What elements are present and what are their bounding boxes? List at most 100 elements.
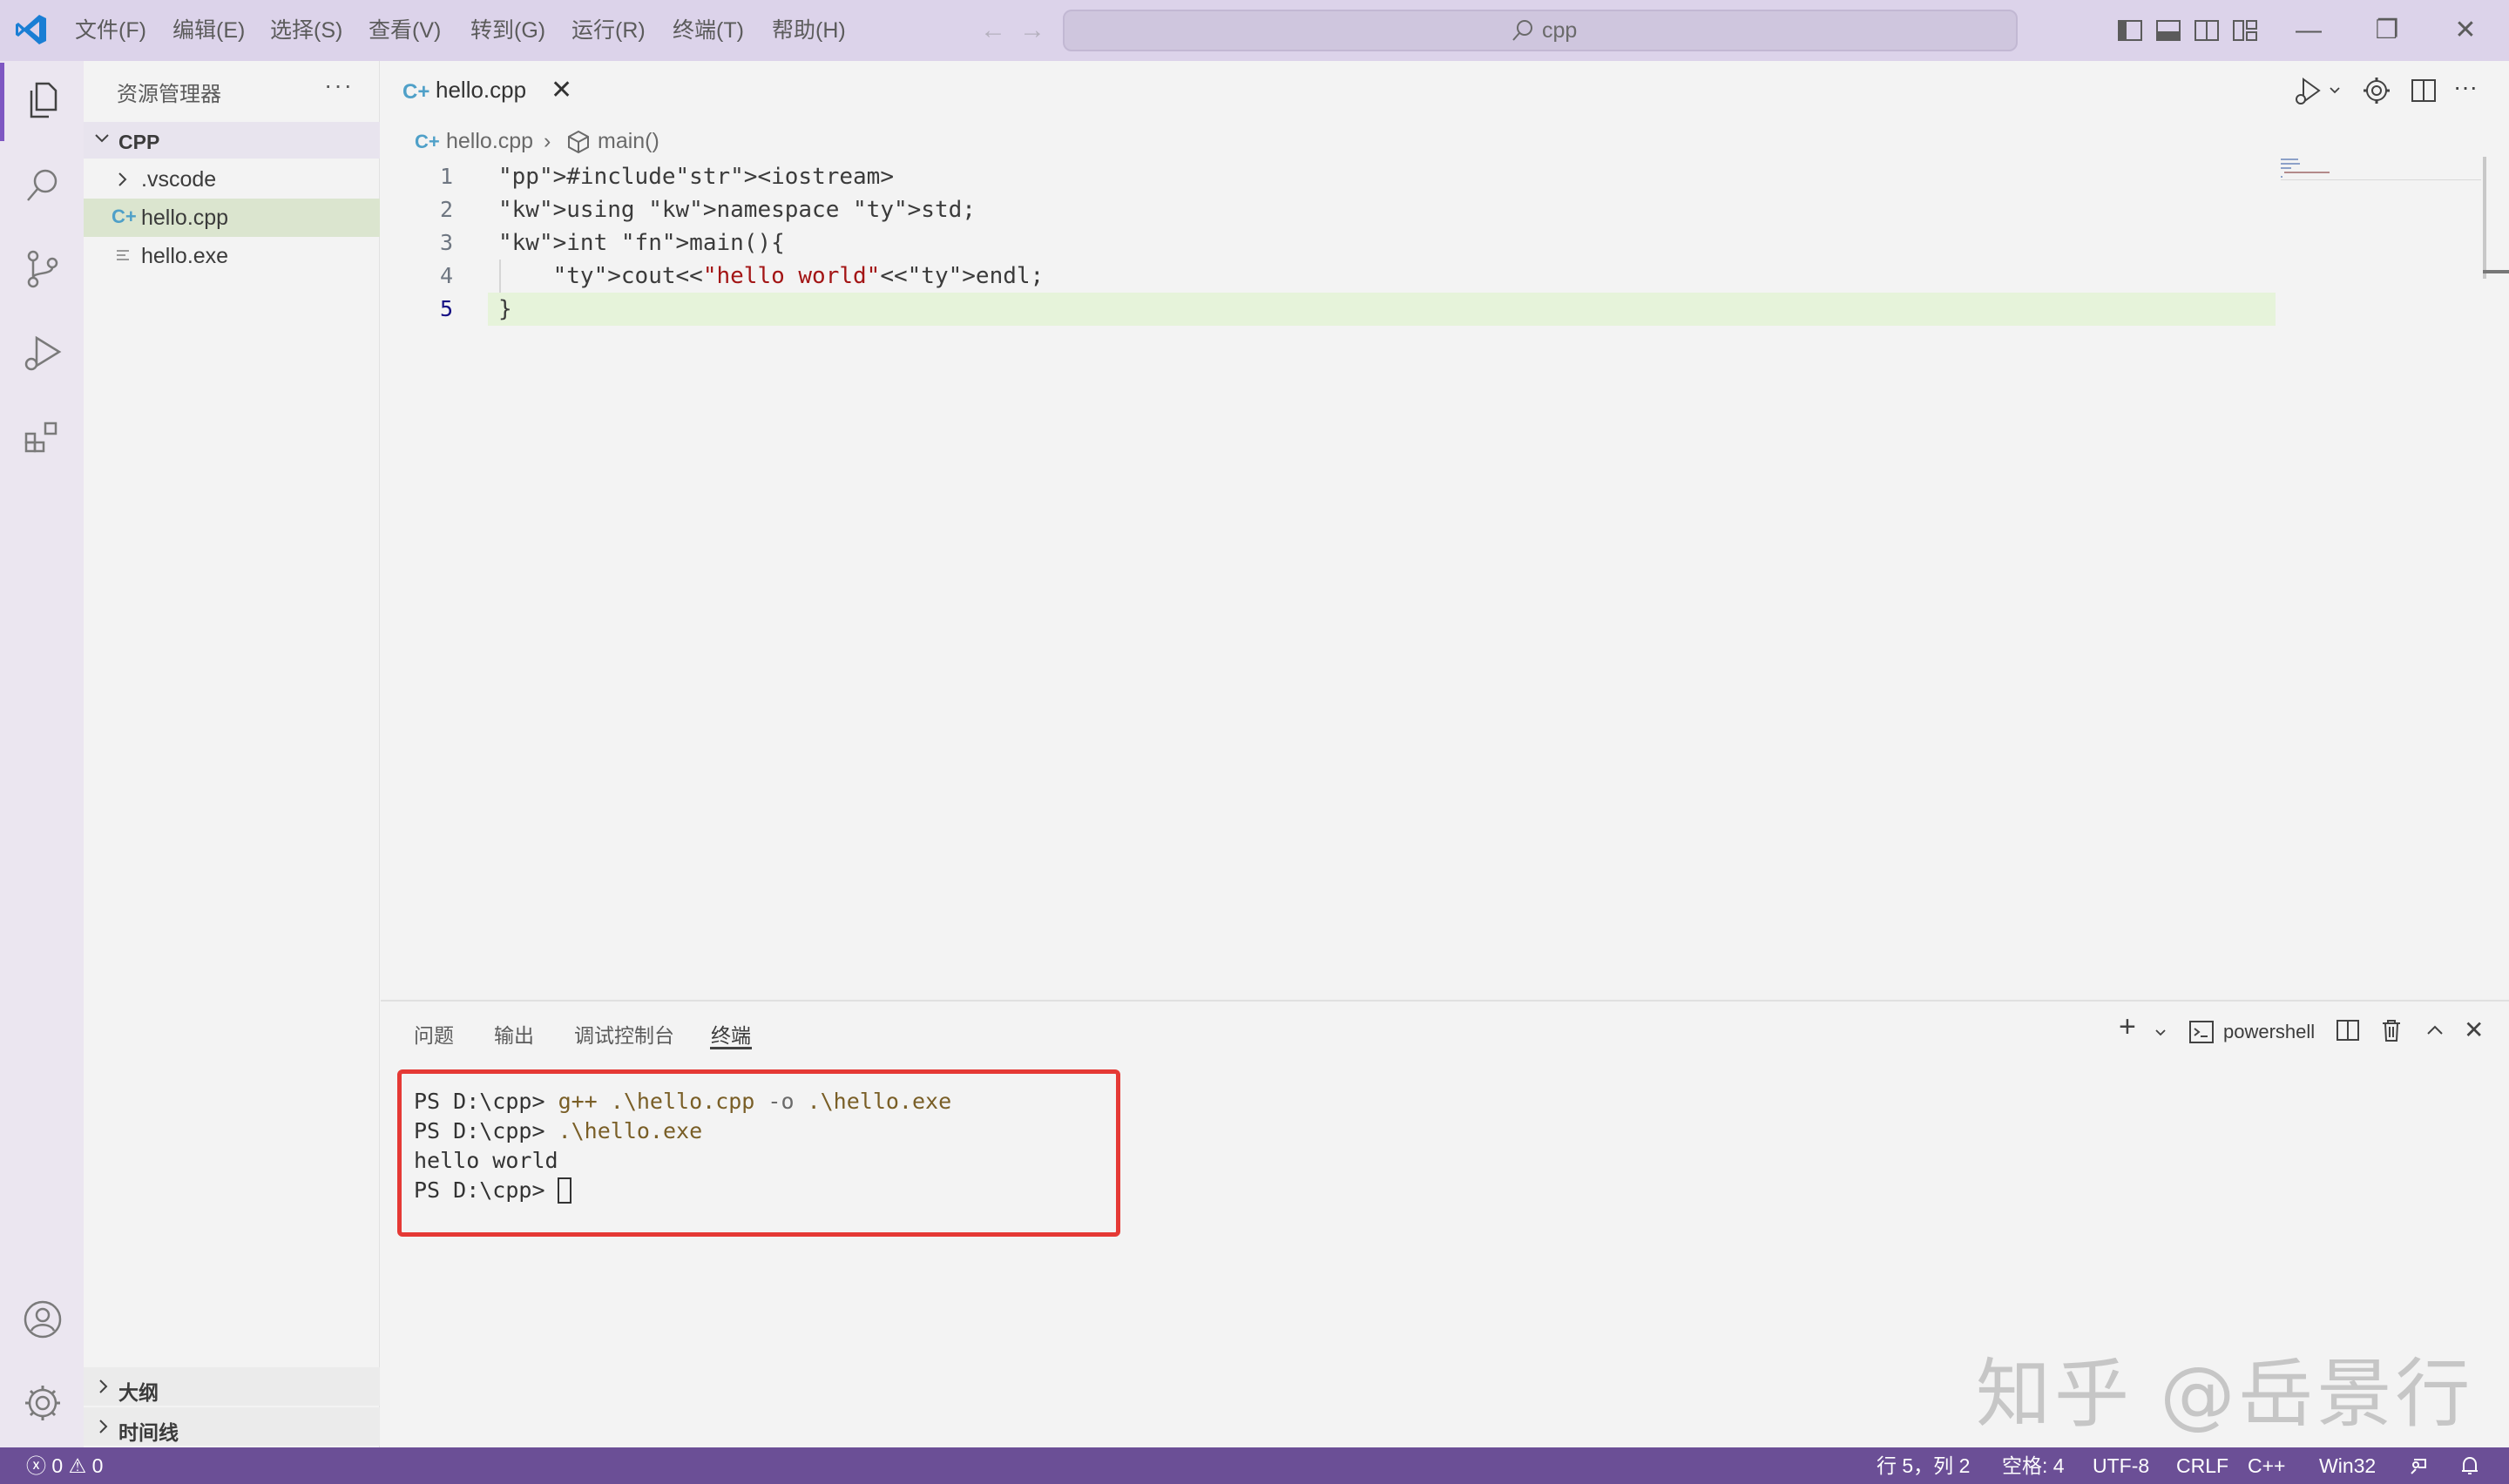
restore-button[interactable]: ❐ [2361,9,2413,52]
tab-output[interactable]: 输出 [494,1019,534,1049]
tree-item-hello-exe[interactable]: hello.exe [84,237,380,275]
chevron-down-icon[interactable] [2154,1026,2167,1040]
end-of-line[interactable]: CRLF [2176,1447,2228,1484]
terminal-prompt-icon [2189,1021,2214,1043]
outline-label: 大纲 [118,1381,159,1404]
platform[interactable]: Win32 [2319,1447,2376,1484]
forward-arrow-icon[interactable]: → [1019,16,1045,45]
menu-terminal[interactable]: 终端(T) [673,0,744,61]
breadcrumb-symbol[interactable]: main() [598,129,659,154]
tab-terminal[interactable]: 终端 [711,1019,751,1049]
warning-count: 0 [91,1454,104,1477]
new-terminal-plus-icon[interactable]: + [2119,1010,2136,1044]
menu-file[interactable]: 文件(F) [75,0,146,61]
menu-edit[interactable]: 编辑(E) [172,0,245,61]
tree-item-hello-cpp[interactable]: C+ hello.cpp [84,199,380,237]
explorer-files-icon[interactable] [21,78,64,122]
current-line-highlight [488,293,2276,326]
extensions-icon[interactable] [21,415,64,458]
settings-gear-icon[interactable] [2361,75,2392,106]
line-number: 2 [439,197,453,222]
source-control-icon[interactable] [21,247,64,291]
notifications-bell-icon[interactable] [2458,1454,2481,1477]
more-actions-icon[interactable]: ··· [2453,73,2478,101]
active-tab-underline [710,1047,752,1049]
menu-run[interactable]: 运行(R) [571,0,646,61]
command-center-search[interactable] [1063,10,2018,51]
folder-name: CPP [118,131,160,153]
customize-layout-icon[interactable] [2230,16,2260,45]
close-window-button[interactable]: ✕ [2439,9,2492,52]
language-mode[interactable]: C++ [2248,1447,2285,1484]
minimap[interactable] [2281,157,2481,181]
chevron-right-icon [99,1420,108,1433]
toggle-panel-icon[interactable] [2154,16,2183,45]
watermark: 知乎 @岳景行 [1976,1351,2474,1438]
tree-item-label: .vscode [141,167,217,192]
code-line[interactable]: "kw">int "fn">main(){ [498,226,785,260]
menu-help[interactable]: 帮助(H) [772,0,846,61]
account-icon[interactable] [21,1298,64,1341]
code-line[interactable]: "ty">cout<<"hello world"<<"ty">endl; [498,260,1045,293]
activity-active-indicator [0,63,4,141]
cursor-position-marker [2483,270,2509,273]
toggle-secondary-sidebar-icon[interactable] [2192,16,2222,45]
code-line[interactable]: "kw">using "kw">namespace "ty">std; [498,193,976,226]
cursor-position[interactable]: 行 5，列 2 [1877,1447,1970,1484]
menu-go[interactable]: 转到(G) [470,0,545,61]
split-editor-icon[interactable] [2408,75,2439,106]
chevron-right-icon: › [544,129,551,153]
line-number: 3 [439,230,453,255]
cpp-file-icon: C+ [112,206,137,227]
breadcrumb-file[interactable]: hello.cpp [446,129,533,154]
line-number: 5 [439,296,453,321]
trash-icon[interactable] [2378,1017,2404,1043]
search-icon [1512,20,1532,41]
code-line[interactable]: } [498,293,512,326]
minimize-button[interactable]: — [2282,9,2335,52]
chevron-up-icon[interactable] [2424,1019,2446,1042]
feedback-icon[interactable] [2408,1454,2431,1477]
run-debug-icon[interactable] [21,331,64,374]
tree-item-vscode[interactable]: .vscode [84,160,380,199]
error-icon: ⓧ [26,1454,46,1477]
red-highlight-box [397,1069,1120,1237]
back-arrow-icon[interactable]: ← [980,16,1006,45]
tree-item-label: hello.cpp [141,206,229,230]
encoding[interactable]: UTF-8 [2093,1447,2149,1484]
split-terminal-icon[interactable] [2335,1017,2361,1043]
close-tab-icon[interactable]: ✕ [551,75,572,105]
run-code-icon[interactable] [2293,75,2324,106]
tab-problems[interactable]: 问题 [414,1019,454,1049]
chevron-right-icon [118,172,127,186]
toggle-primary-sidebar-icon[interactable] [2115,16,2145,45]
settings-gear-icon[interactable] [21,1381,64,1425]
problems-status[interactable]: ⓧ 0 ⚠ 0 [26,1447,103,1484]
menu-view[interactable]: 查看(V) [369,0,441,61]
outline-section[interactable]: 大纲 [84,1367,380,1406]
chevron-right-icon [99,1379,108,1393]
vertical-scrollbar[interactable] [2483,157,2486,279]
timeline-section[interactable]: 时间线 [84,1407,380,1446]
error-count: 0 [51,1454,64,1477]
search-icon[interactable] [21,164,64,207]
file-lines-icon [117,250,129,260]
method-cube-icon [568,130,589,153]
vscode-logo-icon [16,15,46,44]
tab-debug-console[interactable]: 调试控制台 [574,1019,674,1049]
cpp-file-icon: C+ [415,131,440,152]
terminal-shell-name[interactable]: powershell [2223,1021,2315,1043]
timeline-label: 时间线 [118,1421,179,1444]
more-actions-icon[interactable]: ··· [324,71,354,99]
command-center-text: cpp [1542,18,1578,43]
menu-selection[interactable]: 选择(S) [270,0,342,61]
code-line[interactable]: "pp">#include"str"><iostream> [498,160,894,193]
chevron-down-icon[interactable] [2328,84,2342,98]
line-number: 4 [439,263,453,288]
line-number: 1 [439,164,453,189]
close-panel-icon[interactable]: ✕ [2464,1015,2484,1044]
tab-label: hello.cpp [436,77,527,103]
indentation[interactable]: 空格: 4 [2002,1447,2065,1484]
chevron-down-icon [95,134,109,143]
sidebar-title: 资源管理器 [117,83,221,106]
